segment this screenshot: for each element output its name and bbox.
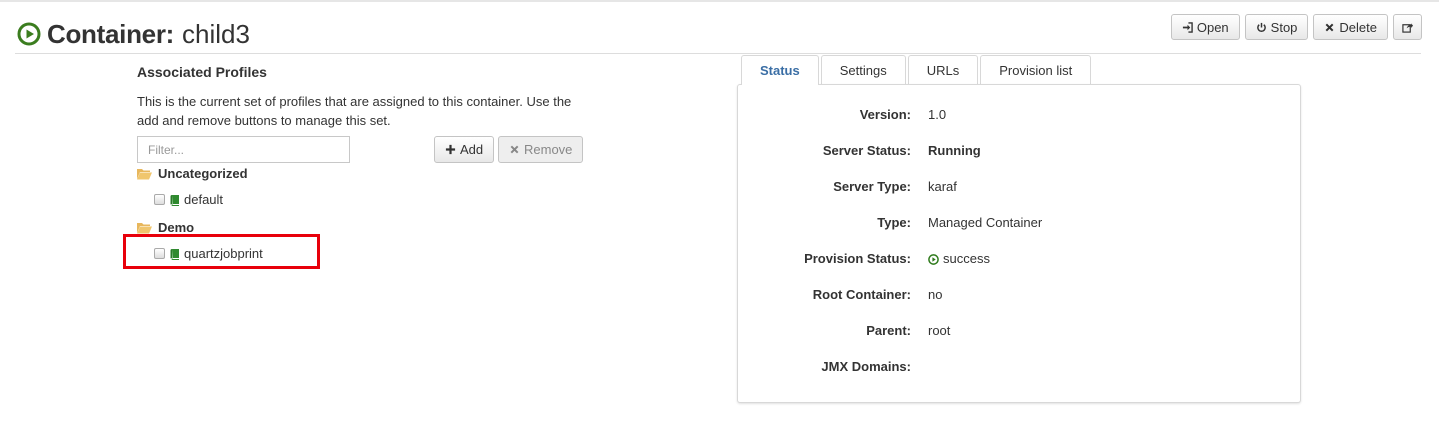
profile-group-label: Demo	[158, 220, 195, 235]
status-row-server-type: Server Type: karaf	[738, 176, 1302, 196]
delete-button-label: Delete	[1339, 19, 1377, 35]
status-row-version: Version: 1.0	[738, 104, 1302, 124]
status-row-server-status: Server Status: Running	[738, 140, 1302, 160]
plus-icon	[445, 144, 456, 155]
associated-profiles-panel: Associated Profiles This is the current …	[137, 62, 584, 261]
profile-group-label: Uncategorized	[158, 166, 248, 181]
associated-profiles-description: This is the current set of profiles that…	[137, 94, 572, 128]
server-status-value: Running	[928, 142, 981, 158]
parent-link[interactable]: root	[928, 323, 950, 338]
open-button[interactable]: Open	[1170, 14, 1240, 40]
profile-group-uncategorized[interactable]: Uncategorized	[137, 166, 248, 181]
delete-button[interactable]: Delete	[1313, 14, 1388, 40]
top-border	[0, 0, 1439, 2]
close-icon	[510, 145, 519, 154]
header-actions: Open Stop Delete	[1170, 14, 1422, 40]
profile-item-default[interactable]: default	[154, 192, 223, 207]
stop-button-label: Stop	[1270, 19, 1298, 35]
provision-status-label: Provision Status:	[804, 250, 911, 266]
container-running-icon	[17, 22, 41, 46]
stop-button[interactable]: Stop	[1244, 14, 1309, 40]
header-divider	[15, 53, 1421, 54]
close-icon	[1326, 23, 1334, 31]
remove-profile-button[interactable]: Remove	[498, 136, 584, 163]
tab-status[interactable]: Status	[741, 55, 819, 85]
associated-profiles-title: Associated Profiles	[137, 64, 267, 80]
status-row-root-container: Root Container: no	[738, 284, 1302, 304]
add-profile-button[interactable]: Add	[434, 136, 495, 163]
status-row-provision-status: Provision Status: success	[738, 248, 1302, 268]
status-panel: Version: 1.0 Server Status: Running Serv…	[737, 84, 1301, 403]
profile-group-demo[interactable]: Demo	[137, 220, 194, 235]
status-row-type: Type: Managed Container	[738, 212, 1302, 232]
share-icon	[1402, 22, 1413, 33]
server-status-label: Server Status:	[822, 142, 911, 158]
profile-item-label: default	[184, 192, 224, 207]
add-profile-button-label: Add	[460, 142, 484, 157]
play-circle-icon	[928, 253, 939, 265]
profile-checkbox[interactable]	[154, 194, 165, 205]
server-type-label: Server Type:	[833, 178, 911, 194]
page-title-container-name: child3	[182, 18, 250, 49]
parent-label: Parent:	[866, 322, 911, 338]
server-type-value: karaf	[928, 178, 957, 194]
container-tabs: Status Settings URLs Provision list	[741, 55, 1093, 85]
folder-open-icon	[137, 168, 152, 180]
provision-status-text: success	[943, 250, 990, 266]
profile-filter-row: Add Remove	[137, 136, 584, 166]
tab-provision-list[interactable]: Provision list	[980, 55, 1092, 84]
version-label: Version:	[859, 106, 911, 122]
profile-filter-input[interactable]	[137, 136, 350, 163]
remove-profile-button-label: Remove	[524, 142, 573, 157]
status-row-jmx-domains: JMX Domains:	[738, 356, 1302, 376]
type-value: Managed Container	[928, 214, 1043, 230]
open-button-label: Open	[1196, 19, 1229, 35]
tab-settings[interactable]: Settings	[820, 55, 906, 84]
page-header: Container: child3	[17, 14, 250, 54]
share-button[interactable]	[1393, 14, 1422, 40]
power-icon	[1256, 22, 1266, 32]
type-label: Type:	[877, 214, 911, 230]
page-title-label: Container:	[47, 18, 175, 49]
sign-in-icon	[1182, 21, 1193, 33]
root-container-label: Root Container:	[812, 286, 911, 302]
version-value: 1.0	[928, 106, 947, 122]
tab-urls[interactable]: URLs	[907, 55, 979, 84]
book-icon	[170, 194, 179, 206]
root-container-value: no	[928, 286, 943, 302]
highlight-annotation-box	[123, 234, 320, 269]
jmx-domains-label: JMX Domains:	[821, 358, 911, 374]
status-row-parent: Parent: root	[738, 320, 1302, 340]
provision-status-value: success	[928, 251, 990, 266]
folder-open-icon	[137, 222, 152, 234]
